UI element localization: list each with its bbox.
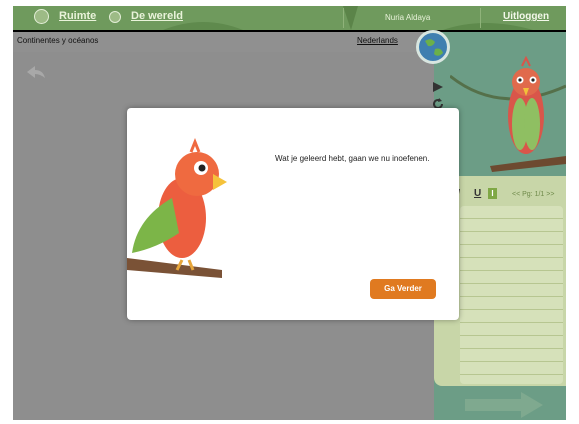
continue-button[interactable]: Ga Verder [370, 279, 436, 299]
dialog-message: Wat je geleerd hebt, gaan we nu inoefene… [275, 154, 430, 163]
logout-link[interactable]: Uitloggen [503, 11, 549, 22]
nav-link-de-wereld[interactable]: De wereld [131, 10, 183, 22]
course-title: Continentes y océanos [17, 36, 99, 45]
app-window: Ruimte De wereld Nuria Aldaya Uitloggen … [13, 6, 566, 420]
app-stage: Ruimte De wereld Nuria Aldaya Uitloggen … [0, 0, 579, 424]
user-name: Nuria Aldaya [385, 13, 431, 22]
globe-icon[interactable] [416, 30, 450, 64]
next-arrow-icon[interactable] [465, 392, 545, 418]
language-link[interactable]: Nederlands [357, 36, 398, 45]
play-icon[interactable] [432, 81, 444, 93]
highlight-button[interactable]: I [488, 188, 497, 199]
parrot-icon [127, 138, 227, 278]
world-nav-icon[interactable] [109, 11, 121, 23]
top-navigation-bar: Ruimte De wereld Nuria Aldaya Uitloggen [13, 6, 566, 30]
globe-nav-icon[interactable] [34, 9, 49, 24]
parrot-illustration [450, 55, 566, 172]
back-arrow-icon[interactable] [25, 64, 47, 80]
divider [343, 8, 344, 28]
notes-pager[interactable]: << Pg: 1/1 >> [512, 191, 554, 198]
underline-button[interactable]: U [474, 188, 481, 199]
lesson-header: Continentes y océanos Nederlands [13, 32, 434, 52]
nav-link-ruimte[interactable]: Ruimte [59, 10, 96, 22]
divider [480, 8, 481, 28]
practice-dialog: Wat je geleerd hebt, gaan we nu inoefene… [127, 108, 459, 320]
notes-textarea[interactable] [460, 206, 563, 384]
